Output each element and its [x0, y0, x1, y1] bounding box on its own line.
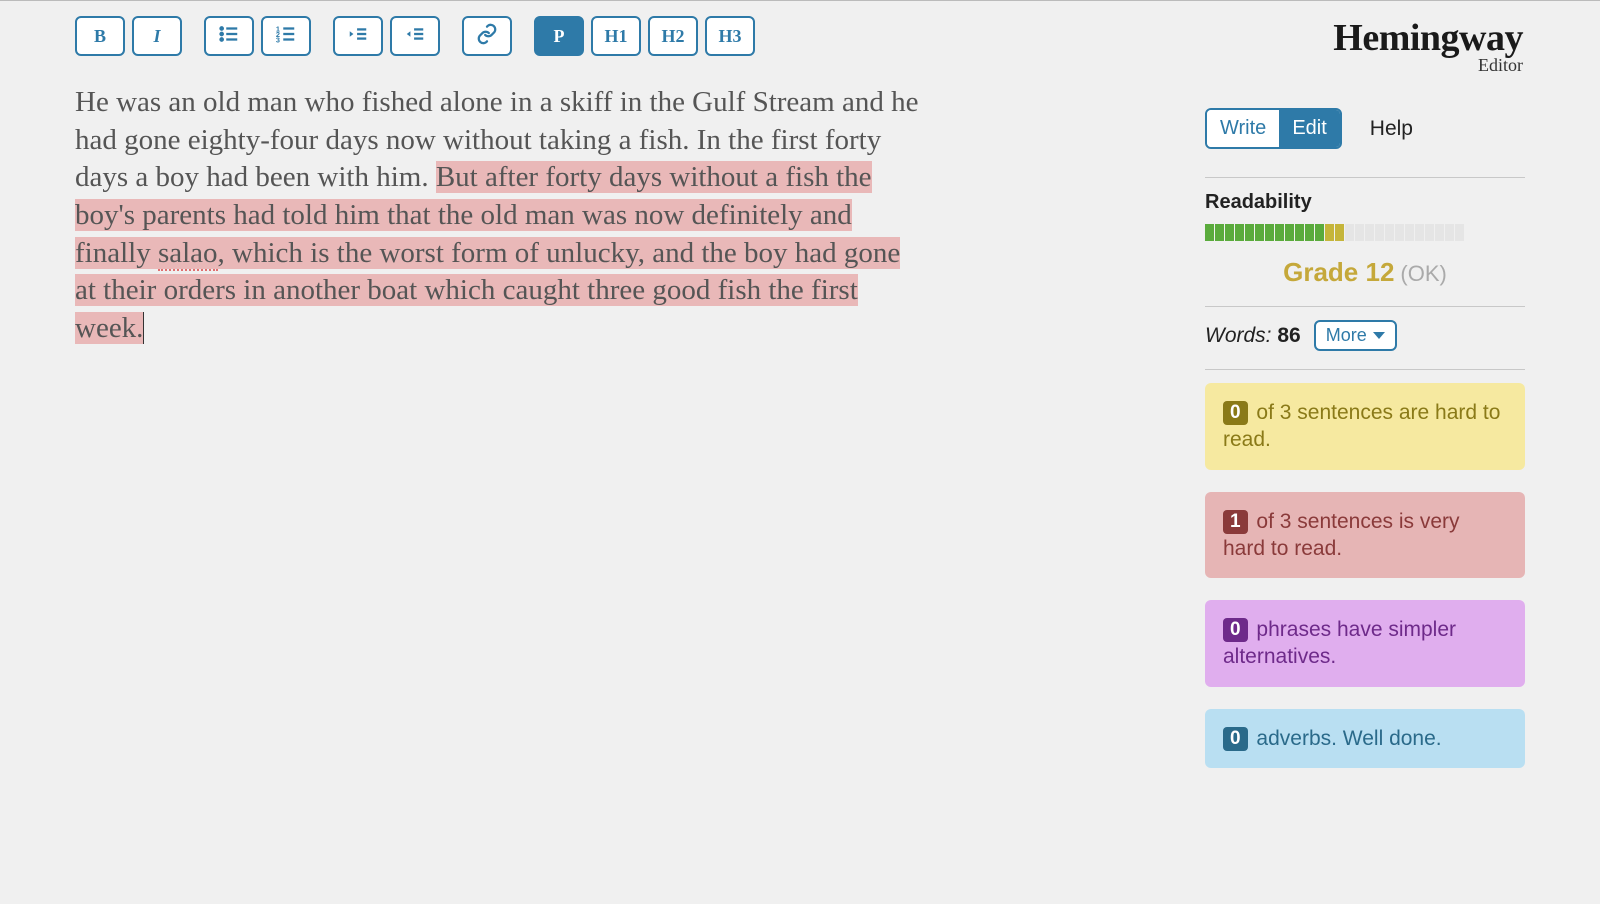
- toolbar-group-link: [462, 16, 512, 56]
- words-count: 86: [1277, 324, 1300, 347]
- toolbar-group-indent: [333, 16, 440, 56]
- sidebar: Hemingway Editor Write Edit Help Readabi…: [1205, 13, 1525, 790]
- grade-row: Grade 12(OK): [1205, 257, 1525, 288]
- logo: Hemingway Editor: [1205, 19, 1525, 76]
- meter-tick: [1375, 224, 1384, 241]
- more-label: More: [1326, 325, 1367, 346]
- paragraph-button[interactable]: P: [534, 16, 584, 56]
- editor-pane: B I 1: [75, 13, 1205, 790]
- toolbar-group-block: P H1 H2 H3: [534, 16, 755, 56]
- grade-value: Grade 12: [1283, 257, 1394, 287]
- card-veryhard-text: of 3 sentences is very hard to read.: [1223, 510, 1460, 560]
- indent-icon: [404, 23, 426, 50]
- readability-meter: [1205, 224, 1525, 241]
- chevron-down-icon: [1373, 332, 1385, 339]
- divider: [1205, 306, 1525, 307]
- toolbar-group-font: B I: [75, 16, 182, 56]
- card-simpler-text: phrases have simpler alternatives.: [1223, 618, 1456, 668]
- meter-tick: [1225, 224, 1234, 241]
- mode-row: Write Edit Help: [1205, 108, 1525, 149]
- numbered-list-icon: 1 2 3: [275, 23, 297, 50]
- editor-spell-error: salao: [158, 237, 218, 271]
- meter-tick: [1395, 224, 1404, 241]
- card-adverbs-text: adverbs. Well done.: [1251, 727, 1442, 750]
- grade-ok: (OK): [1400, 261, 1446, 286]
- words-row: Words: 86 More: [1205, 320, 1525, 351]
- meter-tick: [1385, 224, 1394, 241]
- bullet-list-icon: [218, 23, 240, 50]
- words-label-text: Words:: [1205, 324, 1277, 347]
- bullet-list-button[interactable]: [204, 16, 254, 56]
- mode-toggle: Write Edit: [1205, 108, 1342, 149]
- outdent-icon: [347, 23, 369, 50]
- card-adverbs-count: 0: [1223, 727, 1248, 751]
- words-label: Words: 86: [1205, 324, 1301, 348]
- meter-tick: [1245, 224, 1254, 241]
- text-editor[interactable]: He was an old man who fished alone in a …: [75, 84, 920, 348]
- meter-tick: [1355, 224, 1364, 241]
- help-link[interactable]: Help: [1370, 117, 1413, 141]
- card-hard-count: 0: [1223, 401, 1248, 425]
- app-container: B I 1: [75, 1, 1525, 790]
- meter-tick: [1325, 224, 1334, 241]
- card-hard-to-read: 0 of 3 sentences are hard to read.: [1205, 383, 1525, 470]
- meter-tick: [1265, 224, 1274, 241]
- meter-tick: [1275, 224, 1284, 241]
- editor-cursor: [143, 312, 144, 344]
- meter-tick: [1215, 224, 1224, 241]
- card-very-hard-to-read: 1 of 3 sentences is very hard to read.: [1205, 492, 1525, 579]
- h2-button[interactable]: H2: [648, 16, 698, 56]
- toolbar-group-list: 1 2 3: [204, 16, 311, 56]
- meter-tick: [1285, 224, 1294, 241]
- mode-write[interactable]: Write: [1207, 110, 1279, 147]
- outdent-button[interactable]: [333, 16, 383, 56]
- divider: [1205, 369, 1525, 370]
- indent-button[interactable]: [390, 16, 440, 56]
- meter-tick: [1345, 224, 1354, 241]
- card-hard-text: of 3 sentences are hard to read.: [1223, 401, 1500, 451]
- link-icon: [476, 23, 498, 50]
- card-simpler-alternatives: 0 phrases have simpler alternatives.: [1205, 600, 1525, 687]
- meter-tick: [1315, 224, 1324, 241]
- meter-tick: [1455, 224, 1464, 241]
- readability-label: Readability: [1205, 191, 1525, 214]
- bold-button[interactable]: B: [75, 16, 125, 56]
- svg-text:3: 3: [276, 35, 280, 44]
- meter-tick: [1425, 224, 1434, 241]
- h3-button[interactable]: H3: [705, 16, 755, 56]
- meter-tick: [1305, 224, 1314, 241]
- italic-button[interactable]: I: [132, 16, 182, 56]
- meter-tick: [1255, 224, 1264, 241]
- card-adverbs: 0 adverbs. Well done.: [1205, 709, 1525, 768]
- mode-edit[interactable]: Edit: [1279, 110, 1339, 147]
- divider: [1205, 177, 1525, 178]
- h1-button[interactable]: H1: [591, 16, 641, 56]
- meter-tick: [1415, 224, 1424, 241]
- meter-tick: [1205, 224, 1214, 241]
- meter-tick: [1335, 224, 1344, 241]
- card-veryhard-count: 1: [1223, 510, 1248, 534]
- meter-tick: [1405, 224, 1414, 241]
- meter-tick: [1295, 224, 1304, 241]
- card-simpler-count: 0: [1223, 618, 1248, 642]
- link-button[interactable]: [462, 16, 512, 56]
- meter-tick: [1235, 224, 1244, 241]
- meter-tick: [1365, 224, 1374, 241]
- numbered-list-button[interactable]: 1 2 3: [261, 16, 311, 56]
- meter-tick: [1445, 224, 1454, 241]
- brand-name: Hemingway: [1205, 19, 1523, 57]
- more-button[interactable]: More: [1314, 320, 1397, 351]
- toolbar: B I 1: [75, 16, 1205, 56]
- meter-tick: [1435, 224, 1444, 241]
